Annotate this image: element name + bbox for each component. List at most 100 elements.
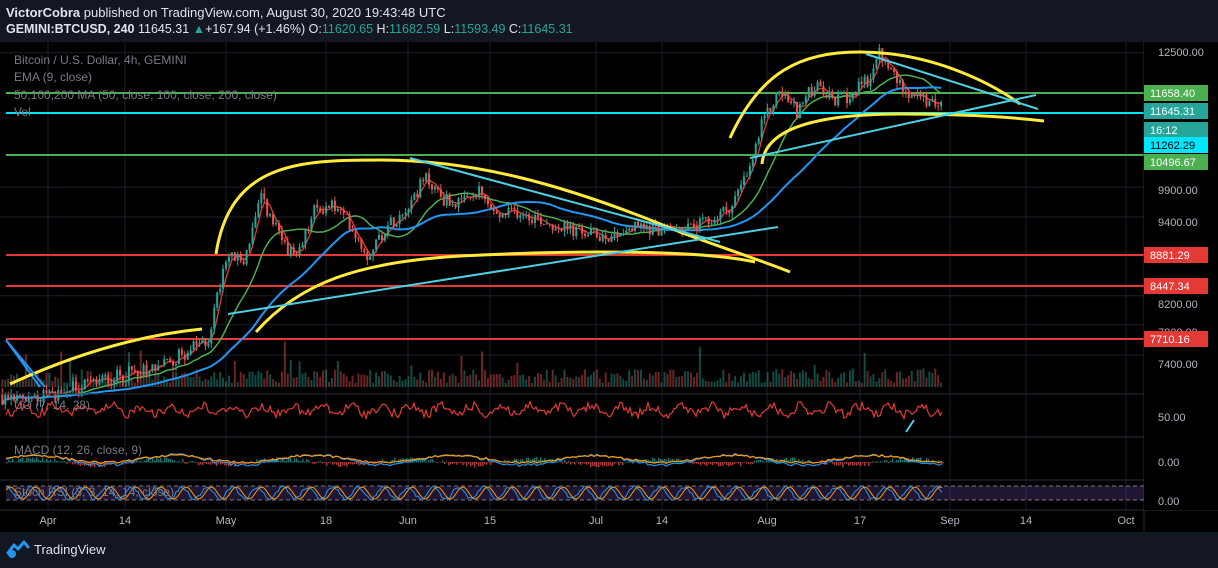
legend-uo[interactable]: UO (7, 14, 28) [14,398,90,412]
macd-histogram-bar [22,457,24,463]
volume-bar [507,379,510,387]
macd-histogram-bar [280,460,282,463]
macd-histogram-bar [204,462,206,464]
volume-bar [369,370,372,387]
volume-bar [707,381,710,387]
volume-bar [704,380,707,387]
candle-body [837,94,840,106]
candle-body [857,81,860,96]
candle-body [454,204,457,208]
volume-bar [890,380,893,387]
volume-bar [57,378,60,387]
macd-histogram-bar [842,462,844,468]
tradingview-brand[interactable]: TradingView [34,542,106,557]
candle-body [204,337,207,347]
symbol-name[interactable]: GEMINI:BTCUSD [6,22,107,36]
volume-bar [737,382,740,387]
yellow-arc [728,50,1021,139]
time-axis[interactable]: Apr 14 May 18 Jun 15 Jul 14 Aug 17 Sep 14 Oct [39,515,1134,527]
candle-body [386,225,389,235]
legend-ma[interactable]: 50,100,200 MA (50, close, 100, close, 20… [14,88,277,102]
macd-histogram-bar [198,462,200,466]
volume-bar [54,376,57,387]
candle-body [230,252,233,257]
macd-histogram-bar [304,461,306,463]
candle-body [239,253,242,262]
volume-bar [219,371,222,387]
candle-body [136,371,139,377]
candle-body [201,337,204,344]
candle-body [813,90,816,97]
candle-body [772,105,775,112]
legend-macd[interactable]: MACD (12, 26, close, 9) [14,443,142,457]
macd-histogram-bar [462,462,464,466]
candle-body [587,234,589,236]
macd-histogram-bar [860,462,862,467]
volume-bar [319,377,322,387]
volume-bar [575,376,578,387]
cyan-trendline [227,226,779,315]
candle-body [648,225,651,235]
candle-body [566,221,569,230]
legend-ema[interactable]: EMA (9, close) [14,70,92,84]
candle-body [195,341,198,346]
macd-histogram-bar [426,461,428,463]
volume-bar [701,378,704,387]
volume-bar [475,374,478,387]
volume-bar [916,369,919,387]
macd-histogram-bar [728,462,730,467]
macd-histogram-bar [470,462,472,467]
candle-body [919,94,922,97]
macd-histogram-bar [590,462,592,468]
candle-body [613,232,616,236]
volume-bar [425,382,428,387]
legend-vol[interactable]: Vol [14,105,31,119]
macd-histogram-bar [438,461,440,463]
candle-body [516,210,519,218]
volume-bar [881,372,884,387]
macd-histogram-bar [898,459,900,463]
legend-title[interactable]: Bitcoin / U.S. Dollar, 4h, GEMINI [14,53,187,67]
volume-bar [478,380,481,387]
candle-body [598,236,601,241]
volume-bar [516,362,519,387]
candle-body [286,241,289,256]
macd-histogram-bar [316,462,318,464]
publisher-name[interactable]: VictorCobra [6,5,80,20]
price-chart[interactable]: Bitcoin / U.S. Dollar, 4h, GEMINI EMA (9… [0,42,1218,532]
volume-bar [419,372,422,387]
macd-tick-label: 0.00 [1158,457,1179,469]
candle-body [269,213,272,216]
price-scale[interactable]: 12500.009900.009400.008200.007800.007400… [1144,42,1218,510]
volume-bar [607,381,610,387]
macd-histogram-bar [334,462,336,464]
legend-stoch[interactable]: Stoch RSI (3, 3, 14, 14, close) [14,485,174,499]
volume-bar [395,381,398,387]
volume-bar [669,369,672,387]
macd-histogram-bar [184,462,186,464]
candle-body [272,213,275,225]
volume-bar [634,369,637,387]
volume-bar [222,377,225,387]
candle-body [510,207,513,209]
candle-body [489,204,492,209]
macd-histogram-bar [754,460,756,463]
volume-bar [301,373,304,387]
candle-body [851,91,854,100]
volume-bar [566,376,569,387]
macd-histogram-bar [694,462,696,464]
candle-body [410,199,413,210]
macd-histogram-bar [348,462,350,465]
macd-histogram-bar [296,458,298,463]
macd-histogram-bar [886,460,888,463]
macd-histogram-bar [486,462,488,465]
time-axis-label: 14 [1020,515,1032,527]
yellow-arc [254,250,756,333]
volume-bar [519,375,522,387]
chart-area[interactable]: Bitcoin / U.S. Dollar, 4h, GEMINI EMA (9… [0,42,1218,532]
candle-body [186,353,189,360]
volume-bar [413,376,416,387]
volume-bar [769,381,772,387]
volume-bar [439,378,442,387]
stoch-tick-label: 0.00 [1158,496,1179,508]
